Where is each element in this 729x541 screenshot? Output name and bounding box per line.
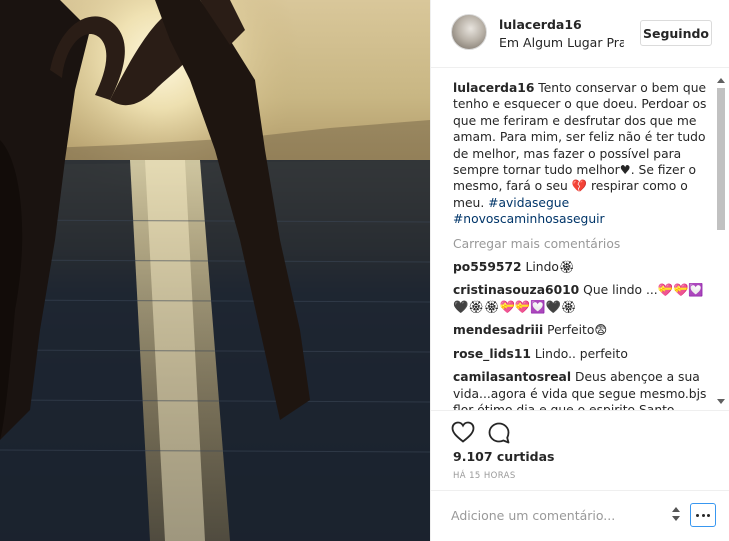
post-actions: 9.107 curtidas HÁ 15 HORAS [431, 410, 729, 490]
comment-text: Lindo.. perfeito [530, 346, 628, 361]
caption-text: Tento conservar o bem que tenho e esquec… [453, 81, 707, 210]
comment-username[interactable]: rose_lids11 [453, 347, 531, 361]
header-location[interactable]: Em Algum Lugar Pra... [499, 35, 624, 50]
likes-count[interactable]: 9.107 curtidas [453, 449, 554, 464]
comment-text: Perfeito😨 [543, 323, 608, 338]
input-spinner[interactable] [671, 507, 681, 523]
scroll-up-arrow-icon[interactable] [717, 78, 725, 83]
comment-item: cristinasouza6010 Que lindo ...💝💝💟🖤🏵🏵💝💝💟… [453, 282, 711, 315]
more-options-button[interactable] [690, 503, 716, 527]
load-more-comments-link[interactable]: Carregar mais comentários [453, 236, 711, 252]
comments-area[interactable]: lulacerda16 Tento conservar o bem que te… [431, 70, 729, 410]
post-timestamp[interactable]: HÁ 15 HORAS [453, 471, 516, 481]
post-side-panel: lulacerda16 Em Algum Lugar Pra... Seguin… [430, 0, 729, 541]
comment-username[interactable]: camilasantosreal [453, 370, 571, 384]
ellipsis-dot [706, 513, 710, 517]
spin-down-arrow-icon[interactable] [672, 516, 680, 521]
caption-username[interactable]: lulacerda16 [453, 81, 534, 95]
post-photo[interactable] [0, 0, 430, 541]
add-comment-bar [431, 490, 729, 541]
comment-item: po559572 Lindo🏵 [453, 259, 711, 275]
heart-outline-icon[interactable] [451, 421, 475, 443]
avatar[interactable] [451, 14, 487, 50]
hashtag-link[interactable]: #novoscaminhosaseguir [453, 212, 605, 226]
comment-username[interactable]: mendesadriii [453, 323, 543, 337]
sunset-heart-hands-image [0, 0, 430, 541]
following-button[interactable]: Seguindo [640, 20, 712, 46]
comment-item: mendesadriii Perfeito😨 [453, 322, 711, 338]
hashtag-link[interactable]: #avidasegue [488, 196, 569, 210]
comment-item: rose_lids11 Lindo.. perfeito [453, 346, 711, 362]
ellipsis-icon [696, 513, 700, 517]
comment-text: Lindo🏵 [521, 260, 575, 275]
scroll-down-arrow-icon[interactable] [717, 399, 725, 404]
spin-up-arrow-icon[interactable] [672, 507, 680, 512]
post-header: lulacerda16 Em Algum Lugar Pra... Seguin… [431, 0, 729, 68]
speech-bubble-icon[interactable] [487, 421, 511, 445]
comment-username[interactable]: cristinasouza6010 [453, 283, 579, 297]
comment-item: camilasantosreal Deus abençoe a sua vida… [453, 369, 711, 410]
scrollbar-thumb[interactable] [717, 88, 725, 230]
comment-username[interactable]: po559572 [453, 260, 522, 274]
comments-scrollbar[interactable] [714, 76, 728, 406]
header-username[interactable]: lulacerda16 [499, 17, 582, 32]
comment-input[interactable] [451, 504, 661, 526]
caption: lulacerda16 Tento conservar o bem que te… [453, 80, 711, 228]
ellipsis-dot [701, 513, 705, 517]
